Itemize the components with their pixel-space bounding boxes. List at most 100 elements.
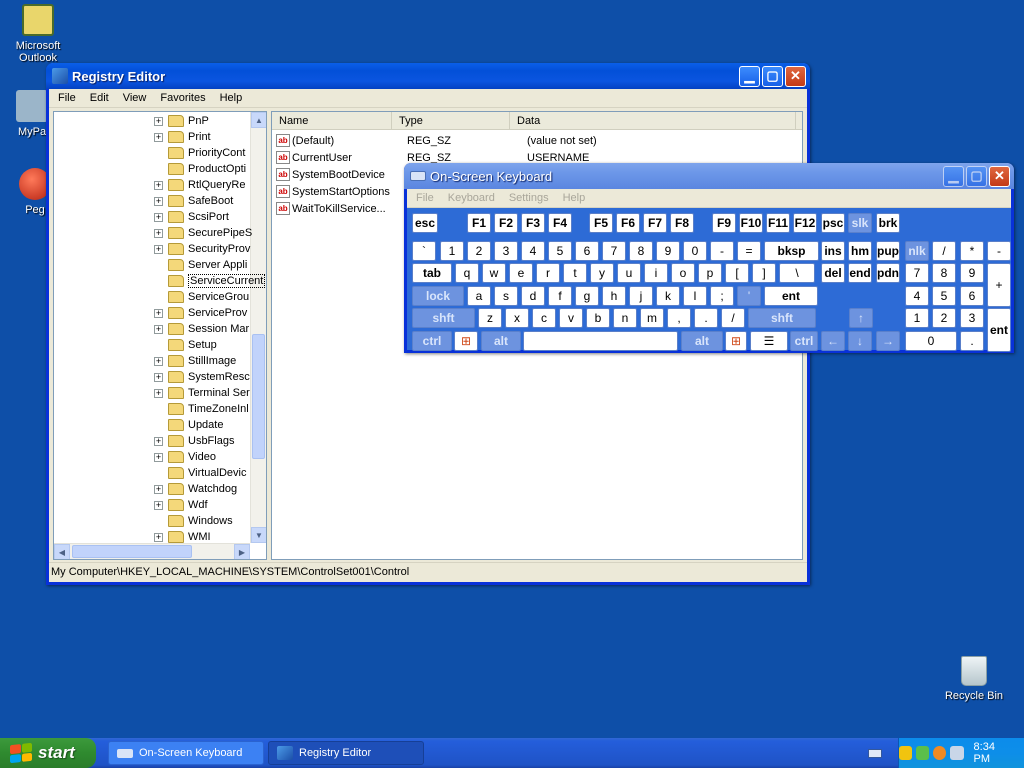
key-w[interactable]: w (482, 263, 506, 283)
key-semicolon[interactable]: ; (710, 286, 734, 306)
key-menu-key[interactable]: ☰ (750, 331, 788, 351)
registry-editor-titlebar[interactable]: Registry Editor ▁ ▢ ✕ (46, 63, 810, 89)
key-f10[interactable]: F10 (739, 213, 763, 233)
key-j[interactable]: j (629, 286, 653, 306)
key-q[interactable]: q (455, 263, 479, 283)
tree-item[interactable]: + Watchdog (154, 481, 237, 497)
expand-plus-icon[interactable]: + (154, 452, 163, 462)
osk-titlebar[interactable]: On-Screen Keyboard ▁ ▢ ✕ (404, 163, 1014, 189)
tree-item[interactable]: + Print (154, 129, 211, 145)
tree-scroll-thumb[interactable] (252, 334, 265, 459)
menu-favorites[interactable]: Favorites (153, 92, 212, 104)
expand-plus-icon[interactable]: + (154, 324, 163, 334)
value-row[interactable]: ab (Default) REG_SZ (value not set) (276, 132, 597, 149)
key-period[interactable]: . (694, 308, 718, 328)
key-del[interactable]: del (821, 263, 845, 283)
tree-item[interactable]: + WMI (154, 529, 211, 545)
key-slk[interactable]: slk (848, 213, 872, 233)
key-2[interactable]: 2 (932, 308, 956, 328)
tree-item[interactable]: + Video (154, 449, 216, 465)
close-button[interactable]: ✕ (989, 165, 1010, 187)
tree-item[interactable]: + UsbFlags (154, 433, 234, 449)
key-x[interactable]: x (505, 308, 529, 328)
key-e[interactable]: e (509, 263, 533, 283)
key-o[interactable]: o (671, 263, 695, 283)
minimize-button[interactable]: ▁ (943, 165, 964, 187)
key-brk[interactable]: brk (876, 213, 900, 233)
tree-item[interactable]: ServiceGrou (154, 289, 249, 305)
key-l[interactable]: l (683, 286, 707, 306)
key-f[interactable]: f (548, 286, 572, 306)
keyboard-tray-icon[interactable] (868, 749, 882, 758)
key-s[interactable]: s (494, 286, 518, 306)
key-ins[interactable]: ins (821, 241, 845, 261)
key-quote[interactable]: ' (737, 286, 761, 306)
taskbar-item-on-screen-keyboard[interactable]: On-Screen Keyboard (108, 741, 264, 765)
key-psc[interactable]: psc (821, 213, 845, 233)
key-bksp[interactable]: bksp (764, 241, 819, 261)
maximize-button[interactable]: ▢ (966, 165, 987, 187)
key-alt[interactable]: alt (681, 331, 723, 351)
tree-item[interactable]: + Session Mar (154, 321, 249, 337)
expand-plus-icon[interactable]: + (154, 244, 163, 254)
key-minus[interactable]: - (987, 241, 1011, 261)
key-f9[interactable]: F9 (712, 213, 736, 233)
expand-plus-icon[interactable]: + (154, 212, 163, 222)
key-pup[interactable]: pup (876, 241, 900, 261)
key-u[interactable]: u (617, 263, 641, 283)
key-minus[interactable]: - (710, 241, 734, 261)
key-f12[interactable]: F12 (793, 213, 817, 233)
scroll-right-button[interactable]: ▶ (234, 544, 250, 559)
key-space[interactable] (523, 331, 678, 351)
key-3[interactable]: 3 (494, 241, 518, 261)
key-7[interactable]: 7 (602, 241, 626, 261)
registry-tree[interactable]: ▲ ▼ ◀ ▶ + PnP + Print PriorityCont ProductOpt… (53, 111, 267, 560)
key-equals[interactable]: = (737, 241, 761, 261)
tree-item[interactable]: + ScsiPort (154, 209, 229, 225)
key-5[interactable]: 5 (548, 241, 572, 261)
key-t[interactable]: t (563, 263, 587, 283)
key-slash[interactable]: / (721, 308, 745, 328)
key-k[interactable]: k (656, 286, 680, 306)
start-button[interactable]: start (0, 738, 96, 768)
key-f5[interactable]: F5 (589, 213, 613, 233)
tree-item[interactable]: + Terminal Ser (154, 385, 250, 401)
tree-item[interactable]: + StillImage (154, 353, 236, 369)
key-hm[interactable]: hm (848, 241, 872, 261)
key-backslash[interactable]: \ (779, 263, 815, 283)
tree-item[interactable]: VirtualDevic (154, 465, 247, 481)
key-4[interactable]: 4 (521, 241, 545, 261)
tree-item[interactable]: + SafeBoot (154, 193, 233, 209)
tree-item[interactable]: + ServiceProv (154, 305, 247, 321)
scroll-down-button[interactable]: ▼ (251, 527, 266, 543)
key-9[interactable]: 9 (656, 241, 680, 261)
key-0[interactable]: 0 (905, 331, 957, 351)
key-8[interactable]: 8 (629, 241, 653, 261)
tree-item[interactable]: + SecurityProv (154, 241, 250, 257)
key-ctrl[interactable]: ctrl (790, 331, 818, 351)
menu-file[interactable]: File (51, 92, 83, 104)
search-icon[interactable] (933, 746, 947, 760)
key-c[interactable]: c (532, 308, 556, 328)
key-r[interactable]: r (536, 263, 560, 283)
minimize-button[interactable]: ▁ (739, 65, 760, 87)
tree-item[interactable]: ProductOpti (154, 161, 246, 177)
key-f6[interactable]: F6 (616, 213, 640, 233)
key-comma[interactable]: , (667, 308, 691, 328)
key-g[interactable]: g (575, 286, 599, 306)
key-p[interactable]: p (698, 263, 722, 283)
key-9[interactable]: 9 (960, 263, 984, 283)
close-button[interactable]: ✕ (785, 65, 806, 87)
key-4[interactable]: 4 (905, 286, 929, 306)
tree-item[interactable]: TimeZoneInl (154, 401, 249, 417)
menu-help[interactable]: Help (556, 192, 593, 204)
column-header-name[interactable]: Name (272, 112, 392, 130)
key-b[interactable]: b (586, 308, 610, 328)
expand-plus-icon[interactable]: + (154, 356, 163, 366)
key-6[interactable]: 6 (960, 286, 984, 306)
key-nlk[interactable]: nlk (905, 241, 929, 261)
expand-plus-icon[interactable]: + (154, 180, 163, 190)
clock[interactable]: 8:34 PM (974, 741, 1012, 765)
expand-plus-icon[interactable]: + (154, 116, 163, 126)
expand-plus-icon[interactable]: + (154, 132, 163, 142)
